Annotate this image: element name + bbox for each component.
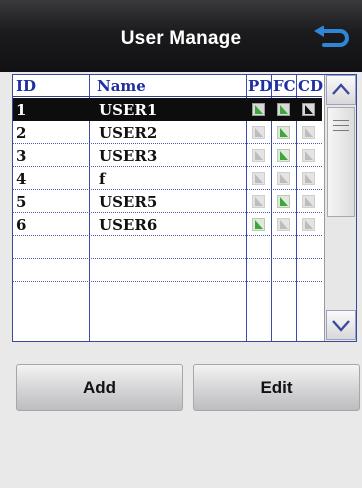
permission-pd-icon[interactable] xyxy=(252,172,265,185)
table-row[interactable]: 1 USER1 xyxy=(13,98,322,121)
permission-fc-icon[interactable] xyxy=(277,126,290,139)
permission-fc-icon[interactable] xyxy=(277,103,290,116)
cell-name: f xyxy=(99,170,106,188)
scroll-thumb[interactable] xyxy=(327,107,355,217)
permission-cd-icon[interactable] xyxy=(302,172,315,185)
cell-name: USER3 xyxy=(99,147,158,165)
vertical-scrollbar[interactable] xyxy=(324,75,356,341)
page-title: User Manage xyxy=(120,28,242,49)
grip-line xyxy=(333,120,349,121)
chevron-down-icon xyxy=(332,320,350,332)
permission-cd-icon[interactable] xyxy=(302,218,315,231)
permission-cd-icon[interactable] xyxy=(302,103,315,116)
cell-name: USER5 xyxy=(99,193,158,211)
cell-name: USER1 xyxy=(99,101,158,119)
cell-id: 3 xyxy=(16,147,27,165)
permission-fc-icon[interactable] xyxy=(277,149,290,162)
column-header-fc[interactable]: FC xyxy=(273,77,296,95)
permission-cd-icon[interactable] xyxy=(302,195,315,208)
table-row[interactable]: 5 USER5 xyxy=(13,190,322,213)
permission-cd-icon[interactable] xyxy=(302,149,315,162)
permission-pd-icon[interactable] xyxy=(252,218,265,231)
table-row[interactable]: 4f xyxy=(13,167,322,190)
permission-fc-icon[interactable] xyxy=(277,172,290,185)
permission-cd-icon[interactable] xyxy=(302,126,315,139)
permission-pd-icon[interactable] xyxy=(252,195,265,208)
cell-id: 4 xyxy=(16,170,27,188)
user-table: ID Name PD FC CD 1 USER1 2 USER2 3 USER3 4 f 5 US… xyxy=(12,74,357,342)
column-header-id[interactable]: ID xyxy=(16,77,36,95)
permission-pd-icon[interactable] xyxy=(252,103,265,116)
table-header-row: ID Name PD FC CD xyxy=(13,75,323,97)
table-row[interactable] xyxy=(13,236,322,259)
grip-line xyxy=(333,130,349,131)
permission-fc-icon[interactable] xyxy=(277,218,290,231)
cell-id: 2 xyxy=(16,124,27,142)
permission-pd-icon[interactable] xyxy=(252,126,265,139)
back-button[interactable] xyxy=(312,25,350,50)
return-arrow-icon xyxy=(314,25,349,47)
column-header-cd[interactable]: CD xyxy=(298,77,323,95)
scroll-down-button[interactable] xyxy=(326,310,356,340)
table-row[interactable]: 2 USER2 xyxy=(13,121,322,144)
permission-pd-icon[interactable] xyxy=(252,149,265,162)
table-row[interactable] xyxy=(13,259,322,282)
column-header-pd[interactable]: PD xyxy=(248,77,272,95)
scroll-up-button[interactable] xyxy=(326,75,356,105)
permission-fc-icon[interactable] xyxy=(277,195,290,208)
edit-button[interactable]: Edit xyxy=(193,364,360,411)
cell-id: 1 xyxy=(16,101,27,119)
table-row[interactable]: 6 USER6 xyxy=(13,213,322,236)
cell-name: USER6 xyxy=(99,216,158,234)
chevron-up-icon xyxy=(332,83,350,95)
cell-name: USER2 xyxy=(99,124,158,142)
add-button[interactable]: Add xyxy=(16,364,183,411)
column-header-name[interactable]: Name xyxy=(97,77,146,95)
cell-id: 5 xyxy=(16,193,27,211)
table-row[interactable]: 3 USER3 xyxy=(13,144,322,167)
grip-line xyxy=(333,125,349,126)
cell-id: 6 xyxy=(16,216,27,234)
title-bar: User Manage xyxy=(0,0,362,72)
